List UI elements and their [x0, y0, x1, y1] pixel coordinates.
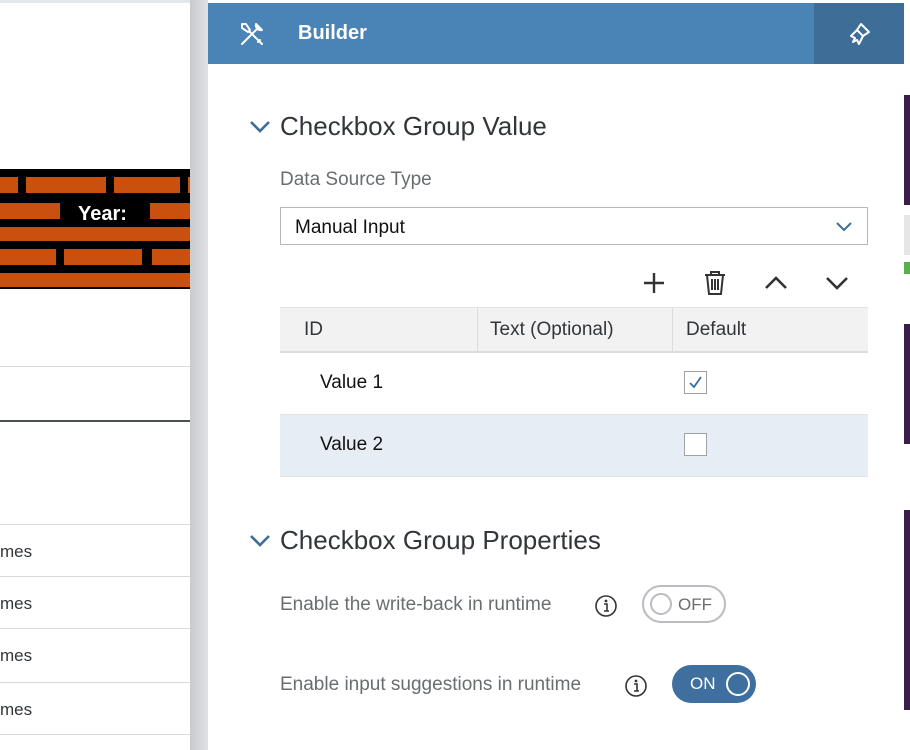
panel-title: Builder — [298, 22, 367, 44]
switch-knob — [650, 593, 672, 615]
suggestions-label: Enable input suggestions in runtime — [280, 674, 582, 695]
suggestions-switch[interactable]: ON — [672, 665, 756, 703]
divider — [0, 366, 192, 367]
delete-icon[interactable] — [701, 269, 729, 297]
column-header-id: ID — [304, 319, 323, 340]
info-icon[interactable] — [594, 594, 618, 618]
divider — [0, 734, 192, 735]
values-table: ID Text (Optional) Default Value 1 Value… — [280, 307, 868, 477]
divider — [0, 524, 192, 525]
row-id: Value 1 — [320, 372, 384, 393]
wrench-screwdriver-icon[interactable] — [238, 20, 266, 48]
write-back-label: Enable the write-back in runtime — [280, 594, 552, 615]
year-label: Year: — [78, 203, 127, 225]
data-source-value: Manual Input — [295, 217, 405, 238]
data-source-label: Data Source Type — [280, 169, 432, 190]
right-edge-strip — [904, 0, 910, 750]
row-id: Value 2 — [320, 434, 384, 455]
panel-shadow — [190, 0, 208, 750]
default-checkbox[interactable] — [684, 371, 707, 394]
chevron-down-icon — [250, 120, 270, 133]
add-icon[interactable] — [640, 269, 668, 297]
move-up-icon[interactable] — [762, 269, 790, 297]
switch-state: ON — [690, 674, 716, 693]
divider — [0, 420, 192, 422]
data-source-select[interactable]: Manual Input — [280, 207, 868, 245]
table-row[interactable]: Value 1 — [280, 353, 868, 415]
divider — [0, 682, 192, 683]
default-checkbox[interactable] — [684, 433, 707, 456]
app-window: Year: mes mes mes mes Builder Checkbox G… — [0, 0, 910, 750]
panel-header: Builder — [208, 3, 904, 64]
list-item: mes — [0, 542, 33, 561]
switch-state: OFF — [678, 595, 712, 614]
canvas-top-border — [0, 0, 192, 3]
list-item: mes — [0, 646, 33, 665]
info-icon[interactable] — [624, 674, 648, 698]
chevron-down-icon — [250, 534, 270, 547]
list-item: mes — [0, 700, 33, 719]
paint-brush-icon — [850, 22, 870, 45]
section-title: Checkbox Group Properties — [280, 525, 601, 555]
table-row[interactable]: Value 2 — [280, 415, 868, 477]
divider — [0, 628, 192, 629]
write-back-switch[interactable]: OFF — [642, 585, 726, 623]
table-header: ID Text (Optional) Default — [280, 307, 868, 353]
section-header-properties[interactable]: Checkbox Group Properties — [248, 525, 601, 556]
chevron-down-icon — [836, 222, 852, 232]
styling-button[interactable] — [814, 3, 904, 64]
builder-panel: Builder Checkbox Group Value Data Source… — [208, 3, 904, 750]
brick-banner — [0, 169, 192, 289]
move-down-icon[interactable] — [823, 269, 851, 297]
section-title: Checkbox Group Value — [280, 111, 547, 141]
list-item: mes — [0, 594, 33, 613]
section-header-value[interactable]: Checkbox Group Value — [248, 111, 547, 142]
column-header-default: Default — [686, 319, 747, 340]
divider — [0, 576, 192, 577]
switch-knob — [726, 672, 750, 696]
story-canvas: Year: mes mes mes mes — [0, 0, 192, 750]
column-header-text: Text (Optional) — [490, 319, 614, 340]
